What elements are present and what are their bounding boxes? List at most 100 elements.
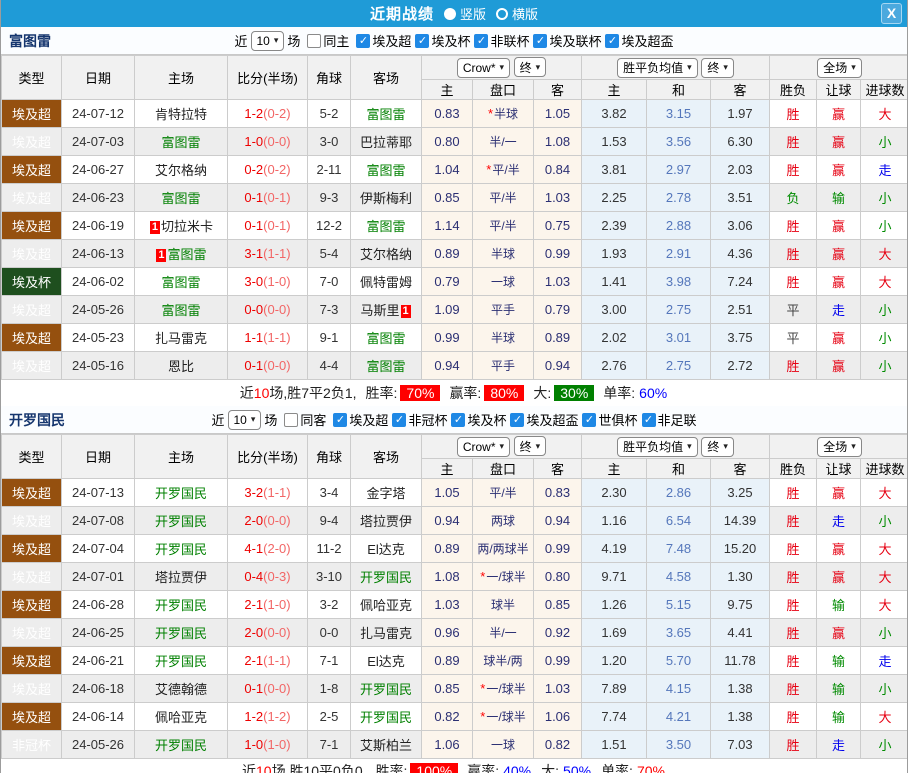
halftime-score: (0-0) (263, 358, 291, 373)
chevron-down-icon: ▾ (250, 414, 256, 424)
avg-away-cell: 3.25 (709, 478, 771, 507)
match-away-team-cell: 巴拉蒂耶 (350, 127, 422, 156)
odds-final-select[interactable]: 终 ▾ (513, 57, 547, 78)
match-row: 埃及杯 24-06-02 富图雷 3-0(1-0) 7-0 佩特雷姆 0.79 一球 1.03 1… (1, 267, 907, 296)
avg-away-cell: 7.24 (709, 267, 771, 296)
handicap-cell: 平手 (472, 295, 534, 324)
chevron-down-icon: ▾ (535, 61, 541, 72)
goals-result-cell: 小 (860, 730, 907, 759)
match-type-cell: 埃及超 (1, 506, 62, 535)
filter-bar: 近 10 ▾ 场 同主 ✓ 埃及超 ✓ 埃及杯 ✓ 非联杯 ✓ 埃及联杯 ✓ 埃及超盃 (234, 30, 674, 51)
fulltime-score: 1-2 (244, 106, 264, 121)
scope-select[interactable]: 全场 ▾ (817, 57, 862, 78)
avg-draw-cell: 5.70 (646, 646, 711, 675)
match-home-team-cell: 开罗国民 (134, 646, 228, 675)
home-team-name: 切拉米卡 (160, 219, 213, 234)
fulltime-score: 3-1 (244, 246, 264, 261)
recent-results-window: 近期战绩 竖版 横版 X 富图雷 近 10 ▾ 场 同主 ✓ 埃及超 ✓ 埃及杯 ✓ 非联… (0, 0, 908, 773)
same-venue-checkbox[interactable]: 同主 (307, 31, 349, 50)
odds-company-select[interactable]: Crow* ▾ (456, 57, 511, 78)
chevron-down-icon: ▾ (273, 35, 279, 45)
league-checkbox-非冠杯[interactable]: ✓ 非冠杯 (392, 410, 447, 429)
col-type-header: 类型 (1, 434, 62, 479)
match-score-cell: 2-0(0-0) (227, 618, 308, 647)
summary-stat-value: 50% (563, 763, 592, 773)
checkbox-icon: ✓ (356, 33, 371, 48)
radio-selected-icon (443, 7, 456, 20)
corner-count-cell: 2-11 (307, 155, 351, 184)
match-score-cell: 3-1(1-1) (227, 239, 308, 268)
away-team-name: El达克 (367, 654, 405, 669)
handicap-result-cell: 输 (816, 674, 862, 703)
result-cell: 胜 (769, 211, 818, 240)
handicap-result-cell: 赢 (816, 534, 862, 563)
same-venue-checkbox[interactable]: 同客 (284, 410, 326, 429)
league-checkbox-埃及超[interactable]: ✓ 埃及超 (356, 31, 411, 50)
league-checkbox-埃及超盃[interactable]: ✓ 埃及超盃 (510, 410, 578, 429)
home-odds-cell: 1.09 (421, 295, 473, 324)
handicap-cell: *平/半 (472, 155, 534, 184)
handicap-result-cell: 走 (816, 506, 862, 535)
league-checkbox-埃及联杯[interactable]: ✓ 埃及联杯 (533, 31, 601, 50)
league-checkbox-非联杯[interactable]: ✓ 非联杯 (474, 31, 529, 50)
handicap-star: * (487, 106, 494, 121)
col-away-header: 客场 (350, 434, 422, 479)
avg-away-cell: 3.06 (709, 211, 771, 240)
result-cell: 胜 (769, 478, 818, 507)
handicap-cell: 半球 (472, 323, 534, 352)
handicap-cell: 平/半 (472, 183, 534, 212)
col-odds-home-header: 主 (421, 458, 473, 479)
match-row: 埃及超 24-07-04 开罗国民 4-1(2-0) 11-2 El达克 0.89 两/两球半… (1, 534, 907, 563)
match-type-cell: 埃及超 (1, 99, 62, 128)
league-checkbox-埃及超[interactable]: ✓ 埃及超 (333, 410, 388, 429)
away-odds-cell: 0.83 (533, 478, 582, 507)
chevron-down-icon: ▾ (723, 62, 728, 72)
games-count-select[interactable]: 10 ▾ (250, 30, 285, 51)
avg-final-select[interactable]: 终 ▾ (701, 436, 734, 457)
match-score-cell: 0-0(0-0) (227, 295, 308, 324)
away-odds-cell: 1.03 (533, 674, 582, 703)
summary-record: 场,胜7平2负1, (269, 385, 357, 401)
fulltime-score: 0-0 (244, 302, 264, 317)
goals-result-cell: 大 (860, 267, 907, 296)
summary-stat-label: 单率: (601, 763, 633, 773)
league-label: 埃及超 (349, 413, 389, 428)
handicap-text: 一/球半 (486, 710, 526, 724)
layout-horizontal-radio[interactable]: 横版 (496, 4, 538, 23)
result-cell: 胜 (769, 155, 818, 184)
avg-final-select[interactable]: 终 ▾ (701, 57, 734, 78)
away-odds-cell: 0.85 (533, 590, 582, 619)
avg-away-cell: 1.30 (709, 562, 771, 591)
avg-type-value: 胜平负均值 (623, 61, 684, 75)
result-cell: 胜 (769, 562, 818, 591)
league-checkbox-世俱杯[interactable]: ✓ 世俱杯 (582, 410, 638, 429)
col-let-header: 让球 (816, 79, 862, 100)
league-checkbox-埃及杯[interactable]: ✓ 埃及杯 (451, 410, 506, 429)
handicap-result-cell: 输 (816, 183, 862, 212)
league-checkbox-非足联[interactable]: ✓ 非足联 (641, 410, 697, 429)
avg-away-cell: 2.72 (709, 351, 771, 380)
odds-final-select[interactable]: 终 ▾ (513, 436, 547, 457)
close-button[interactable]: X (881, 3, 902, 24)
summary-stats: 胜率: 100% 赢率: 40% 大: 50% 单率: 70% (370, 761, 666, 773)
handicap-result-cell: 赢 (816, 478, 862, 507)
home-odds-cell: 0.80 (421, 127, 473, 156)
away-odds-cell: 1.03 (533, 267, 582, 296)
games-count-select[interactable]: 10 ▾ (227, 409, 262, 430)
scope-select[interactable]: 全场 ▾ (817, 436, 862, 457)
league-checkbox-埃及超盃[interactable]: ✓ 埃及超盃 (605, 31, 674, 50)
match-score-cell: 4-1(2-0) (227, 534, 308, 563)
league-label: 非足联 (657, 413, 697, 428)
avg-type-select[interactable]: 胜平负均值 ▾ (617, 57, 698, 78)
avg-type-select[interactable]: 胜平负均值 ▾ (617, 436, 698, 457)
away-team-name: 伊斯梅利 (359, 191, 412, 206)
league-label: 埃及联杯 (549, 34, 602, 49)
goals-result-cell: 走 (860, 646, 907, 675)
match-away-team-cell: 佩哈亚克 (350, 590, 422, 619)
match-home-team-cell: 艾尔格纳 (134, 155, 228, 184)
away-odds-cell: 1.05 (533, 99, 582, 128)
league-checkbox-埃及杯[interactable]: ✓ 埃及杯 (415, 31, 470, 50)
odds-company-select[interactable]: Crow* ▾ (456, 436, 511, 457)
match-type-cell: 埃及超 (1, 702, 62, 731)
layout-vertical-radio[interactable]: 竖版 (443, 4, 486, 23)
